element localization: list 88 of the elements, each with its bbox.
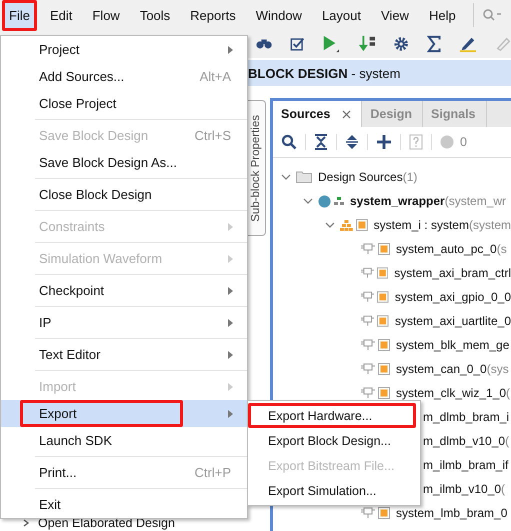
checkbox-icon[interactable]	[290, 36, 304, 52]
menu-item[interactable]: Text Editor	[1, 341, 247, 368]
tree-item[interactable]: m_ilmb_v10_0(	[423, 482, 506, 496]
folder-icon	[296, 171, 312, 183]
tree-item[interactable]: Design Sources(1)	[318, 170, 418, 184]
plug-icon	[361, 315, 374, 327]
issue-count: 0	[460, 135, 467, 149]
menu-item[interactable]: Tools	[132, 0, 178, 30]
menu-item[interactable]: Flow	[85, 0, 127, 30]
side-tab[interactable]: Sub-block Properties	[247, 100, 266, 236]
menu-item[interactable]: Layout	[314, 0, 368, 30]
expand-all-icon[interactable]	[345, 134, 359, 150]
download-icon[interactable]	[358, 34, 376, 54]
plug-icon	[361, 507, 375, 519]
tree-item[interactable]: system_axi_bram_ctrl	[394, 266, 511, 280]
block-icon	[378, 363, 390, 375]
tree-item[interactable]: system_can_0_0(sys	[396, 362, 509, 376]
menu-item[interactable]: Export Simulation...	[248, 478, 416, 503]
menu-item[interactable]: Close Block Design	[1, 181, 247, 208]
run-icon[interactable]	[322, 34, 340, 54]
tree-item[interactable]: system_auto_pc_0(s	[396, 242, 507, 256]
tree-item[interactable]: system_clk_wiz_1_0(	[396, 386, 510, 400]
menu-item[interactable]: IP	[1, 309, 247, 336]
hierarchy-icon	[334, 196, 344, 206]
plug-icon	[361, 387, 375, 399]
header-title: BLOCK DESIGN - system	[248, 66, 400, 80]
menu-item[interactable]: Export	[1, 400, 247, 427]
tree-item[interactable]: m_dlmb_bram_i	[423, 410, 510, 424]
menu-item[interactable]: Exit	[1, 491, 247, 518]
menu-item[interactable]: Add Sources... Alt+A	[1, 63, 247, 90]
gear-icon[interactable]	[394, 36, 409, 52]
sum-icon[interactable]	[426, 35, 441, 53]
block-icon	[356, 219, 368, 231]
tree-item[interactable]: system_blk_mem_ge	[396, 338, 510, 352]
search-icon[interactable]	[281, 134, 297, 150]
plug-icon	[361, 243, 375, 255]
plug-icon	[361, 363, 375, 375]
plug-icon	[361, 339, 375, 351]
submenu-arrow-icon	[228, 222, 233, 230]
plug-icon	[361, 267, 374, 279]
menu-item[interactable]: View	[374, 0, 416, 30]
menu-item[interactable]: Project	[1, 36, 247, 63]
submenu-arrow-icon	[228, 318, 233, 326]
chevron-icon[interactable]	[325, 220, 335, 230]
block-icon	[378, 243, 390, 255]
menu-item[interactable]: Reports	[183, 0, 243, 30]
block-icon	[377, 291, 389, 303]
menu-item[interactable]: Help	[422, 0, 463, 30]
hierarchy-icon	[340, 220, 353, 230]
plug-icon	[361, 291, 374, 303]
status-icon	[440, 135, 454, 149]
status-dot-icon	[318, 194, 331, 208]
close-icon[interactable]	[342, 110, 352, 118]
panel-tab[interactable]: Sources	[273, 101, 362, 127]
menu-item[interactable]: Export Block Design...	[248, 428, 416, 453]
pencil-icon[interactable]	[458, 35, 477, 53]
menu-item[interactable]: Launch SDK	[1, 427, 247, 454]
tree-item[interactable]: system_i : system(system	[374, 218, 511, 232]
submenu-arrow-icon	[228, 382, 233, 390]
binoculars-icon[interactable]	[256, 38, 272, 50]
menu-item[interactable]: Export Hardware...	[248, 403, 416, 428]
menu-item[interactable]: Checkpoint	[1, 277, 247, 304]
chevron-icon[interactable]	[281, 172, 291, 182]
menu-item[interactable]: File	[2, 0, 37, 30]
block-icon	[378, 339, 390, 351]
submenu-arrow-icon	[228, 286, 233, 294]
tree-item[interactable]: system_axi_gpio_0_0	[394, 290, 511, 304]
submenu-arrow-icon	[228, 254, 233, 262]
menu-item[interactable]: Print... Ctrl+P	[1, 459, 247, 486]
chevron-icon[interactable]	[22, 519, 30, 527]
collapse-all-icon[interactable]	[314, 134, 328, 150]
menu-item[interactable]: Window	[248, 0, 309, 30]
block-icon	[377, 315, 389, 327]
menu-item[interactable]: Edit	[42, 0, 80, 30]
submenu-arrow-icon	[228, 410, 233, 418]
submenu-arrow-icon	[228, 46, 233, 54]
tree-item[interactable]: system_wrapper(system_wr	[350, 194, 506, 208]
tree-item[interactable]: m_dlmb_v10_0(	[423, 434, 510, 448]
plus-icon[interactable]	[376, 134, 392, 150]
submenu-arrow-icon	[228, 350, 233, 358]
menu-item[interactable]: Close Project	[1, 90, 247, 117]
tree-item[interactable]: system_axi_uartlite_0	[394, 314, 511, 328]
navigator-item[interactable]: Open Elaborated Design	[38, 516, 175, 530]
block-icon	[377, 267, 388, 279]
menu-item[interactable]: Save Block Design As...	[1, 149, 247, 176]
tree-item[interactable]: system_lmb_bram_0	[396, 506, 508, 520]
chevron-icon[interactable]	[303, 196, 313, 206]
tree-item[interactable]: m_ilmb_bram_if	[423, 458, 508, 472]
